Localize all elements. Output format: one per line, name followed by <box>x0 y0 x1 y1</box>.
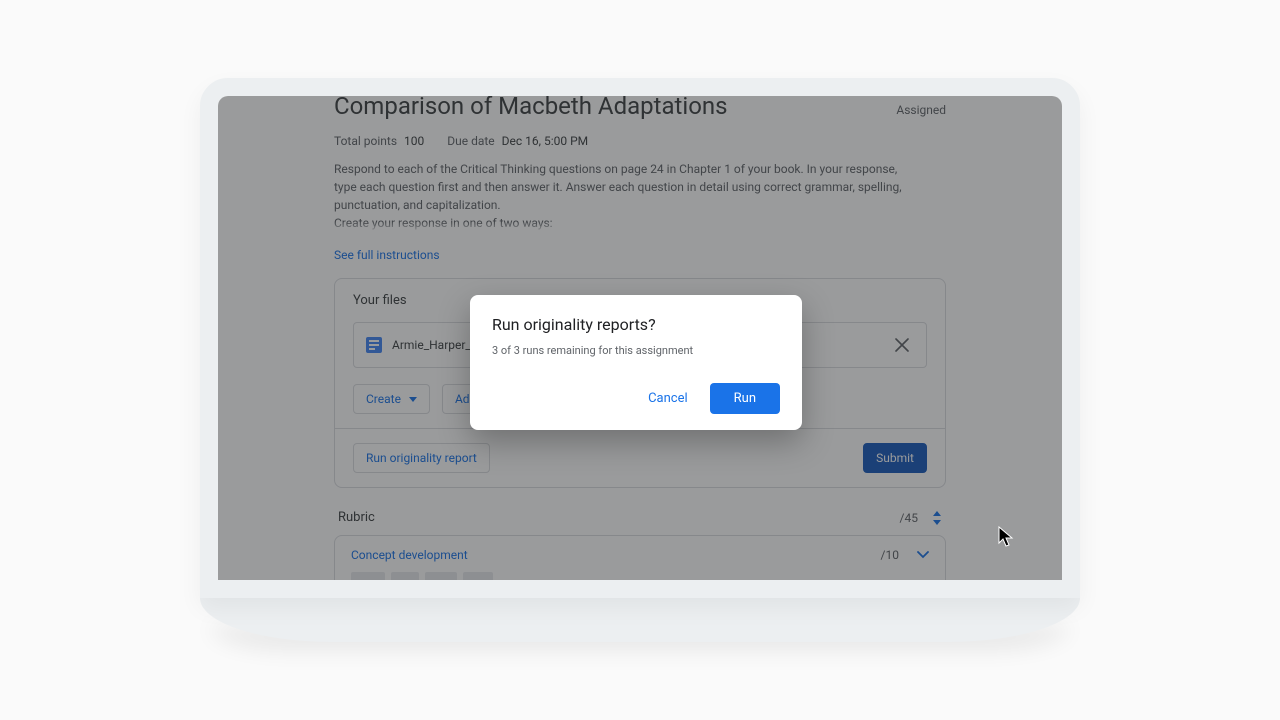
run-button[interactable]: Run <box>710 383 780 414</box>
laptop-frame: Comparison of Macbeth Adaptations Assign… <box>200 78 1080 642</box>
dialog-subtitle: 3 of 3 runs remaining for this assignmen… <box>492 344 780 357</box>
laptop-screen: Comparison of Macbeth Adaptations Assign… <box>200 78 1080 598</box>
dialog-title: Run originality reports? <box>492 315 780 334</box>
cancel-button[interactable]: Cancel <box>638 383 698 414</box>
run-originality-dialog: Run originality reports? 3 of 3 runs rem… <box>470 295 802 430</box>
laptop-base <box>200 598 1080 642</box>
